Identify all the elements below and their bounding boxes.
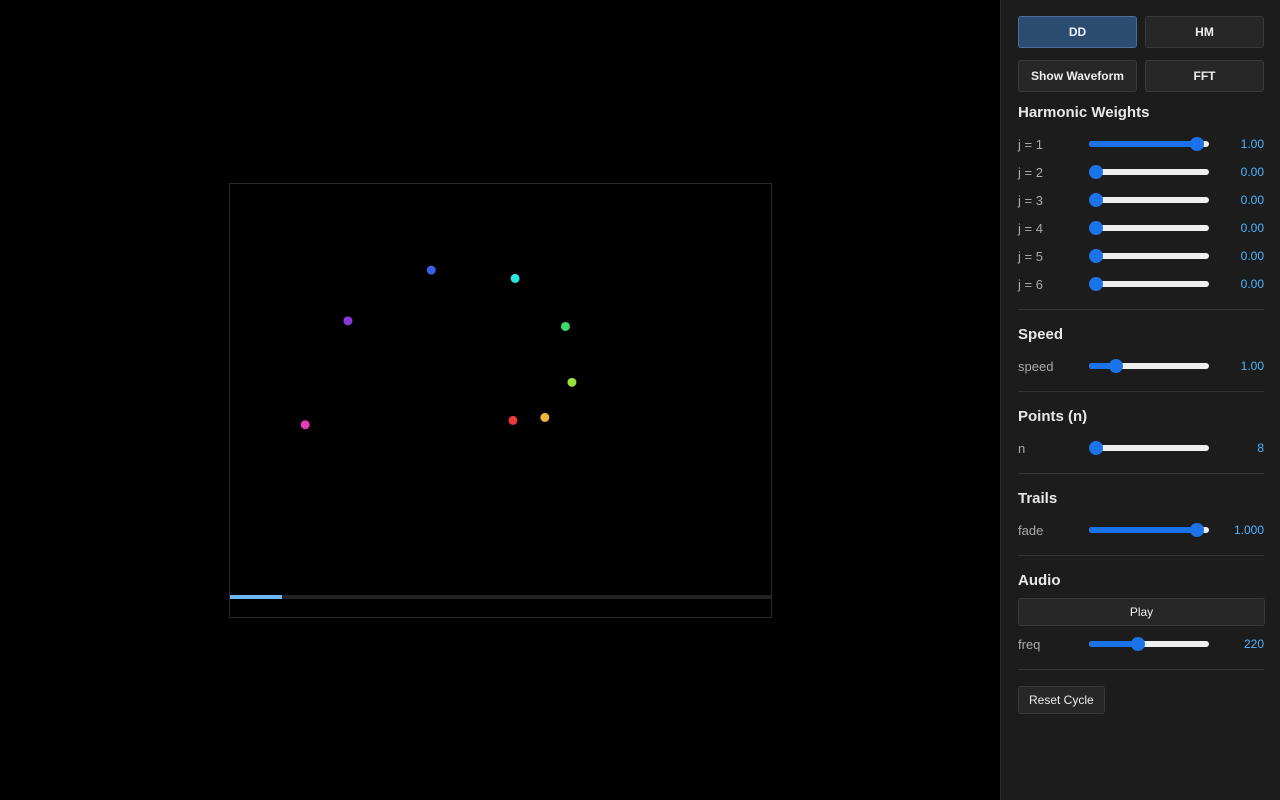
points-title: Points (n) xyxy=(1018,408,1088,425)
orbit-point xyxy=(426,265,436,275)
fade-label: fade xyxy=(1018,522,1044,538)
divider xyxy=(1018,473,1264,474)
freq-slider-row: freq 220 xyxy=(1018,630,1264,658)
harmonic-slider-row: j = 6 0.00 xyxy=(1018,270,1264,298)
harmonic-value: 0.00 xyxy=(1240,165,1264,179)
harmonic-label: j = 6 xyxy=(1018,276,1043,292)
harmonic-slider-row: j = 4 0.00 xyxy=(1018,214,1264,242)
hm-mode-button[interactable]: HM xyxy=(1145,16,1264,48)
divider xyxy=(1018,669,1264,670)
points-label: n xyxy=(1018,440,1026,456)
speed-title: Speed xyxy=(1018,326,1064,343)
divider xyxy=(1018,391,1264,392)
points-plot xyxy=(300,265,577,430)
slider-track xyxy=(1089,281,1209,287)
harmonic-label: j = 4 xyxy=(1018,220,1043,236)
fade-value: 1.000 xyxy=(1233,523,1264,537)
harmonic-weights-list: j = 1 1.00 j = 2 0.00 j = 3 0.00 j = 4 0.00 j = … xyxy=(1018,130,1264,298)
view-button-row: Show Waveform FFT xyxy=(1018,60,1264,92)
slider-thumb[interactable] xyxy=(1089,277,1103,291)
slider-thumb[interactable] xyxy=(1089,441,1103,455)
points-slider-row: n 8 xyxy=(1018,434,1264,462)
harmonic-label: j = 5 xyxy=(1018,248,1043,264)
speed-slider-row: speed 1.00 xyxy=(1018,352,1264,380)
dd-mode-button[interactable]: DD xyxy=(1018,16,1137,48)
orbit-point xyxy=(567,377,577,387)
slider-track xyxy=(1089,169,1209,175)
divider xyxy=(1018,309,1264,310)
freq-slider[interactable] xyxy=(1089,636,1209,652)
divider xyxy=(1018,555,1264,556)
visualization-stage xyxy=(0,0,1000,800)
harmonic-weight-slider[interactable] xyxy=(1089,276,1209,292)
harmonic-weight-slider[interactable] xyxy=(1089,164,1209,180)
harmonic-weight-slider[interactable] xyxy=(1089,192,1209,208)
cycle-progress-bar xyxy=(230,595,771,599)
slider-fill xyxy=(1089,527,1197,533)
mode-button-row: DD HM xyxy=(1018,16,1264,48)
show-waveform-button[interactable]: Show Waveform xyxy=(1018,60,1137,92)
harmonic-label: j = 3 xyxy=(1018,192,1043,208)
harmonic-label: j = 1 xyxy=(1018,136,1043,152)
speed-label: speed xyxy=(1018,358,1054,374)
slider-fill xyxy=(1089,141,1197,147)
slider-thumb[interactable] xyxy=(1189,137,1204,151)
slider-track xyxy=(1089,197,1209,203)
harmonic-slider-row: j = 1 1.00 xyxy=(1018,130,1264,158)
slider-thumb[interactable] xyxy=(1089,165,1103,179)
cycle-progress-fill xyxy=(230,595,283,599)
harmonic-slider-row: j = 2 0.00 xyxy=(1018,158,1264,186)
orbit-point xyxy=(540,412,550,422)
speed-slider[interactable] xyxy=(1089,358,1209,374)
slider-track xyxy=(1089,445,1209,451)
orbit-point xyxy=(510,273,520,283)
slider-track xyxy=(1089,225,1209,231)
points-value: 8 xyxy=(1257,441,1264,455)
slider-thumb[interactable] xyxy=(1089,193,1103,207)
animation-canvas[interactable] xyxy=(229,183,772,618)
orbit-point xyxy=(560,321,570,331)
fade-slider-row: fade 1.000 xyxy=(1018,516,1264,544)
harmonic-slider-row: j = 5 0.00 xyxy=(1018,242,1264,270)
harmonic-value: 0.00 xyxy=(1240,193,1264,207)
fft-button[interactable]: FFT xyxy=(1145,60,1264,92)
reset-cycle-button[interactable]: Reset Cycle xyxy=(1018,686,1105,714)
speed-value: 1.00 xyxy=(1240,359,1264,373)
control-panel: DD HM Show Waveform FFT Harmonic Weights… xyxy=(1000,0,1280,800)
slider-thumb[interactable] xyxy=(1089,249,1103,263)
play-button[interactable]: Play xyxy=(1018,598,1265,626)
harmonic-value: 1.00 xyxy=(1240,137,1264,151)
fade-slider[interactable] xyxy=(1089,522,1209,538)
orbit-point xyxy=(300,420,310,430)
harmonic-slider-row: j = 3 0.00 xyxy=(1018,186,1264,214)
slider-thumb[interactable] xyxy=(1131,637,1146,651)
harmonic-weight-slider[interactable] xyxy=(1089,220,1209,236)
slider-thumb[interactable] xyxy=(1189,523,1204,537)
points-slider[interactable] xyxy=(1089,440,1209,456)
orbit-point xyxy=(343,316,353,326)
harmonic-value: 0.00 xyxy=(1240,249,1264,263)
harmonic-weight-slider[interactable] xyxy=(1089,136,1209,152)
slider-track xyxy=(1089,253,1209,259)
harmonic-label: j = 2 xyxy=(1018,164,1043,180)
freq-label: freq xyxy=(1018,636,1041,652)
harmonic-weight-slider[interactable] xyxy=(1089,248,1209,264)
slider-thumb[interactable] xyxy=(1089,221,1103,235)
harmonic-value: 0.00 xyxy=(1240,221,1264,235)
orbit-point xyxy=(508,415,518,425)
freq-value: 220 xyxy=(1243,637,1264,651)
harmonic-value: 0.00 xyxy=(1240,277,1264,291)
trails-title: Trails xyxy=(1018,490,1058,507)
slider-thumb[interactable] xyxy=(1109,359,1124,373)
audio-title: Audio xyxy=(1018,572,1061,589)
harmonic-weights-title: Harmonic Weights xyxy=(1018,104,1150,121)
